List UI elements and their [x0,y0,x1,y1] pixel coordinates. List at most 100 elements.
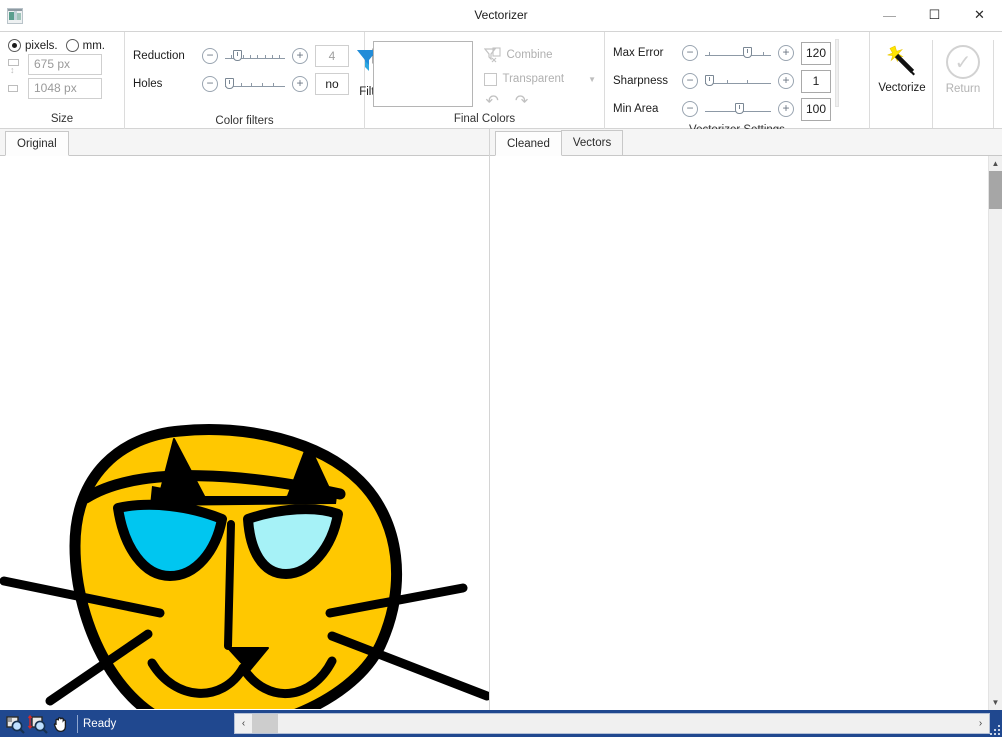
radio-pixels-label: pixels. [25,39,58,52]
status-bar: Ready ‹ › [0,710,1002,737]
vertical-scrollbar-thumb[interactable] [989,171,1002,209]
reduction-increase-button[interactable]: + [292,48,308,64]
ribbon-group-final-colors: Combine Transparent ▼ ↶ ↷ Final Colors [365,32,605,129]
close-button[interactable]: ✕ [957,0,1002,31]
height-dimension-icon [8,82,22,96]
combine-label: Combine [506,49,553,61]
main-content: Original Cleaned Vectors ▲ ▼ [0,129,1002,710]
radio-mm-label: mm. [82,39,105,52]
max-error-slider-row: Max Error − + 120 [613,39,831,67]
radio-pixels-indicator [8,39,21,52]
size-group-label: Size [50,113,74,125]
status-divider [77,714,78,733]
window-controls: — ☐ ✕ [867,0,1002,31]
max-error-label: Max Error [613,47,664,59]
width-dimension-icon: ↕ [8,58,22,75]
radio-mm-indicator [65,39,79,52]
magic-wand-icon [884,42,920,78]
return-button-label: Return [945,83,981,95]
sharpness-label: Sharpness [613,75,668,87]
undo-icon[interactable]: ↶ [486,94,499,110]
min-area-value[interactable]: 100 [801,97,831,121]
tab-original[interactable]: Original [5,131,69,156]
sharpness-slider[interactable] [705,72,771,90]
holes-value[interactable]: no [315,73,349,95]
redo-icon[interactable]: ↷ [515,94,528,110]
combine-button[interactable]: Combine [483,43,597,67]
vertical-scrollbar[interactable]: ▲ ▼ [988,156,1002,710]
hscroll-left-arrow[interactable]: ‹ [235,714,252,733]
chevron-up-icon[interactable]: ▲ [989,156,1002,171]
radio-mm[interactable]: mm. [65,39,105,52]
sharpness-decrease-button[interactable]: − [682,73,698,89]
max-error-slider[interactable] [705,44,771,62]
horizontal-scrollbar-thumb[interactable] [252,714,278,733]
max-error-decrease-button[interactable]: − [682,45,698,61]
final-colors-group-label: Final Colors [453,113,516,125]
width-input[interactable]: 675 px [28,54,102,75]
reduction-decrease-button[interactable]: − [202,48,218,64]
zoom-region-icon[interactable] [5,714,25,734]
vectorize-button[interactable]: Vectorize [872,38,932,110]
ribbon-group-accept: Vectorize ✓ Return Accept [870,32,998,141]
cleaned-canvas-surface[interactable] [490,156,988,710]
ribbon-group-vectorizer-settings: Max Error − + 120 Sharpness − + 1 Min Ar… [605,32,870,136]
reduction-value[interactable]: 4 [315,45,349,67]
title-bar: Vectorizer — ☐ ✕ [0,0,1002,31]
holes-slider-row: Holes − + no [133,70,349,98]
cat-face-drawing [0,423,489,710]
hscroll-right-arrow[interactable]: › [972,714,989,733]
chevron-down-scroll-icon[interactable]: ▼ [989,695,1002,710]
ribbon-group-size: pixels. mm. ↕ 675 px 1048 px Size [0,32,125,129]
max-error-increase-button[interactable]: + [778,45,794,61]
app-icon [7,7,23,24]
holes-slider[interactable] [225,75,285,93]
resize-grip[interactable] [988,723,1000,735]
width-row: ↕ 675 px [8,54,102,75]
sharpness-slider-row: Sharpness − + 1 [613,67,831,95]
tab-vectors[interactable]: Vectors [560,130,624,155]
maximize-button[interactable]: ☐ [912,0,957,31]
reduction-label: Reduction [133,50,185,62]
sharpness-value[interactable]: 1 [801,69,831,93]
min-area-increase-button[interactable]: + [778,101,794,117]
vectorize-button-label: Vectorize [878,82,926,94]
result-pane: Cleaned Vectors ▲ ▼ [490,129,1002,710]
pan-hand-icon[interactable] [51,714,71,734]
holes-label: Holes [133,78,163,90]
original-canvas[interactable] [0,156,489,710]
min-area-decrease-button[interactable]: − [682,101,698,117]
holes-decrease-button[interactable]: − [202,76,218,92]
height-input[interactable]: 1048 px [28,78,102,99]
horizontal-scrollbar[interactable]: ‹ › [234,713,990,734]
ribbon-toolbar: pixels. mm. ↕ 675 px 1048 px Size Reduct… [0,31,1002,141]
window-title: Vectorizer [474,8,528,22]
settings-scrollbar[interactable] [835,39,839,107]
color-filters-group-label: Color filters [215,115,274,127]
vectorizer-window: Vectorizer — ☐ ✕ pixels. mm. ↕ 675 px 10… [0,0,1002,737]
check-circle-icon: ✓ [946,45,980,79]
right-tabstrip: Cleaned Vectors [490,129,1002,156]
left-tabstrip: Original [0,129,489,156]
max-error-value[interactable]: 120 [801,41,831,65]
tab-cleaned[interactable]: Cleaned [495,131,562,156]
min-area-slider[interactable] [705,100,771,118]
holes-increase-button[interactable]: + [292,76,308,92]
transparent-checkbox[interactable] [483,72,497,86]
original-pane: Original [0,129,490,710]
transparent-checkbox-row[interactable]: Transparent ▼ [483,67,596,91]
combine-colors-icon [483,47,501,63]
reduction-slider[interactable] [225,47,285,65]
radio-pixels[interactable]: pixels. [8,39,58,52]
cleaned-canvas[interactable]: ▲ ▼ [490,156,1002,710]
chevron-down-icon[interactable]: ▼ [588,75,596,84]
min-area-label: Min Area [613,103,659,115]
minimize-button[interactable]: — [867,0,912,31]
status-tool-icons [0,714,71,734]
return-button[interactable]: ✓ Return [933,38,993,110]
final-colors-swatch[interactable] [373,41,473,107]
size-units-radiogroup: pixels. mm. [0,36,105,52]
zoom-height-icon[interactable] [27,714,48,734]
min-area-slider-row: Min Area − + 100 [613,95,831,123]
sharpness-increase-button[interactable]: + [778,73,794,89]
